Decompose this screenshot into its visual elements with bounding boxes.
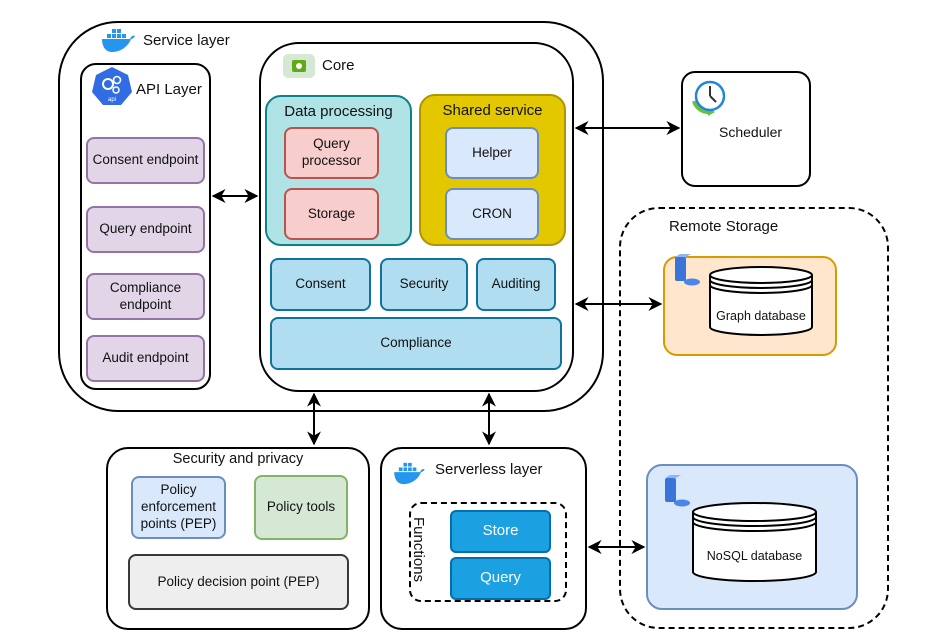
docker-whale-icon — [394, 462, 425, 485]
query-endpoint[interactable]: Query endpoint — [86, 206, 205, 253]
data-processing-title: Data processing — [284, 103, 393, 120]
core-title: Core — [322, 57, 355, 74]
consent-module[interactable]: Consent — [270, 258, 371, 311]
scheduler-label: Scheduler — [719, 124, 783, 140]
graph-db-label: Graph database — [716, 309, 806, 323]
service-layer-title: Service layer — [143, 32, 230, 49]
storage[interactable]: Storage — [284, 188, 379, 240]
graph-database-cylinder[interactable] — [708, 265, 814, 337]
shared-service-title: Shared service — [442, 102, 543, 119]
serverless-title: Serverless layer — [435, 461, 543, 478]
server-db-icon — [675, 254, 700, 286]
core-chip-icon — [283, 54, 315, 78]
audit-endpoint[interactable]: Audit endpoint — [86, 335, 205, 382]
compliance-endpoint[interactable]: Compliance endpoint — [86, 273, 205, 320]
compliance-module[interactable]: Compliance — [270, 317, 562, 370]
security-module[interactable]: Security — [380, 258, 468, 311]
clock-icon — [692, 80, 726, 116]
helper[interactable]: Helper — [445, 127, 539, 179]
remote-storage-title: Remote Storage — [669, 218, 779, 235]
consent-endpoint[interactable]: Consent endpoint — [86, 137, 205, 184]
query-function[interactable]: Query — [450, 557, 551, 600]
nosql-db-label: NoSQL database — [706, 549, 803, 563]
docker-whale-icon — [102, 29, 135, 52]
policy-enforcement-points[interactable]: Policy enforcement points (PEP) — [131, 476, 226, 539]
policy-tools[interactable]: Policy tools — [254, 475, 348, 540]
nosql-database-cylinder[interactable] — [691, 500, 818, 584]
server-db-icon — [665, 475, 690, 507]
store-function[interactable]: Store — [450, 510, 551, 553]
cron[interactable]: CRON — [445, 188, 539, 240]
query-processor[interactable]: Query processor — [284, 127, 379, 179]
api-layer-title: API Layer — [136, 81, 202, 98]
policy-decision-point[interactable]: Policy decision point (PEP) — [128, 554, 349, 610]
functions-label: Functions — [410, 517, 427, 583]
api-gears-icon: api — [92, 67, 132, 105]
svg-text:api: api — [108, 97, 116, 103]
auditing-module[interactable]: Auditing — [476, 258, 556, 311]
security-privacy-title: Security and privacy — [172, 451, 304, 467]
